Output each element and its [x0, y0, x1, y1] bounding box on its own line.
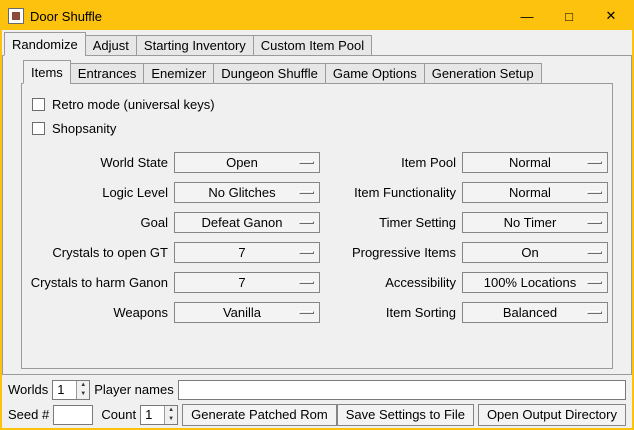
world-state-label: World State	[28, 155, 168, 170]
tab-items[interactable]: Items	[23, 60, 71, 84]
accessibility-label: Accessibility	[326, 275, 456, 290]
dropdown-indicator-icon	[587, 161, 602, 164]
open-output-directory-button[interactable]: Open Output Directory	[478, 404, 626, 426]
dropdown-indicator-icon	[299, 281, 314, 284]
main-tab-bar: Randomize Adjust Starting Inventory Cust…	[2, 32, 632, 55]
weapons-value: Vanilla	[175, 305, 319, 320]
crystals-gt-dropdown[interactable]: 7	[174, 242, 320, 263]
window-title: Door Shuffle	[30, 9, 506, 24]
player-names-input[interactable]	[178, 380, 626, 400]
item-sorting-dropdown[interactable]: Balanced	[462, 302, 608, 323]
weapons-dropdown[interactable]: Vanilla	[174, 302, 320, 323]
tab-generation-setup[interactable]: Generation Setup	[424, 63, 542, 84]
door-shuffle-window: Door Shuffle — □ ✕ Randomize Adjust Star…	[0, 0, 634, 430]
retro-mode-checkbox[interactable]	[32, 98, 45, 111]
logic-level-dropdown[interactable]: No Glitches	[174, 182, 320, 203]
dropdown-indicator-icon	[299, 161, 314, 164]
item-pool-value: Normal	[463, 155, 607, 170]
footer: Worlds 1 ▲ ▼ Player names Seed # Count 1…	[2, 375, 632, 428]
tab-dungeon-shuffle[interactable]: Dungeon Shuffle	[213, 63, 326, 84]
dropdown-indicator-icon	[587, 281, 602, 284]
accessibility-value: 100% Locations	[463, 275, 607, 290]
timer-setting-value: No Timer	[463, 215, 607, 230]
item-sorting-label: Item Sorting	[326, 305, 456, 320]
progressive-items-label: Progressive Items	[326, 245, 456, 260]
item-functionality-dropdown[interactable]: Normal	[462, 182, 608, 203]
timer-setting-dropdown[interactable]: No Timer	[462, 212, 608, 233]
tab-randomize[interactable]: Randomize	[4, 32, 86, 56]
item-pool-dropdown[interactable]: Normal	[462, 152, 608, 173]
options-grid: World State Open Item Pool Normal Logic …	[28, 152, 612, 323]
item-functionality-value: Normal	[463, 185, 607, 200]
worlds-spinbox[interactable]: 1 ▲ ▼	[52, 380, 90, 400]
goal-dropdown[interactable]: Defeat Ganon	[174, 212, 320, 233]
spin-up-icon[interactable]: ▲	[77, 381, 89, 390]
player-names-label: Player names	[94, 382, 173, 397]
app-icon	[8, 8, 24, 24]
tab-custom-item-pool[interactable]: Custom Item Pool	[253, 35, 372, 56]
goal-value: Defeat Ganon	[175, 215, 319, 230]
logic-level-label: Logic Level	[28, 185, 168, 200]
tab-game-options[interactable]: Game Options	[325, 63, 425, 84]
dropdown-indicator-icon	[299, 191, 314, 194]
goal-label: Goal	[28, 215, 168, 230]
spin-up-icon[interactable]: ▲	[165, 406, 177, 415]
dropdown-indicator-icon	[587, 221, 602, 224]
close-button[interactable]: ✕	[590, 2, 632, 30]
weapons-label: Weapons	[28, 305, 168, 320]
items-pane: Retro mode (universal keys) Shopsanity W…	[21, 83, 613, 369]
crystals-gt-value: 7	[175, 245, 319, 260]
crystals-ganon-value: 7	[175, 275, 319, 290]
count-spin-arrows: ▲ ▼	[164, 406, 177, 424]
shopsanity-row: Shopsanity	[32, 116, 612, 140]
accessibility-dropdown[interactable]: 100% Locations	[462, 272, 608, 293]
logic-level-value: No Glitches	[175, 185, 319, 200]
crystals-gt-label: Crystals to open GT	[28, 245, 168, 260]
sub-tab-bar: Items Entrances Enemizer Dungeon Shuffle…	[21, 60, 613, 83]
crystals-ganon-dropdown[interactable]: 7	[174, 272, 320, 293]
maximize-button[interactable]: □	[548, 2, 590, 30]
dropdown-indicator-icon	[587, 191, 602, 194]
seed-input[interactable]	[53, 405, 93, 425]
count-value: 1	[141, 406, 164, 424]
item-functionality-label: Item Functionality	[326, 185, 456, 200]
count-label: Count	[101, 407, 136, 422]
item-sorting-value: Balanced	[463, 305, 607, 320]
crystals-ganon-label: Crystals to harm Ganon	[28, 275, 168, 290]
generate-patched-rom-button[interactable]: Generate Patched Rom	[182, 404, 337, 426]
timer-setting-label: Timer Setting	[326, 215, 456, 230]
world-state-value: Open	[175, 155, 319, 170]
save-settings-button[interactable]: Save Settings to File	[337, 404, 474, 426]
dropdown-indicator-icon	[299, 311, 314, 314]
retro-mode-label: Retro mode (universal keys)	[52, 97, 215, 112]
shopsanity-label: Shopsanity	[52, 121, 116, 136]
minimize-button[interactable]: —	[506, 2, 548, 30]
dropdown-indicator-icon	[299, 251, 314, 254]
window-controls: — □ ✕	[506, 2, 632, 30]
retro-mode-row: Retro mode (universal keys)	[32, 92, 612, 116]
progressive-items-dropdown[interactable]: On	[462, 242, 608, 263]
worlds-label: Worlds	[8, 382, 48, 397]
tab-starting-inventory[interactable]: Starting Inventory	[136, 35, 254, 56]
seed-label: Seed #	[8, 407, 49, 422]
dropdown-indicator-icon	[587, 311, 602, 314]
dropdown-indicator-icon	[299, 221, 314, 224]
seed-row: Seed # Count 1 ▲ ▼ Generate Patched Rom …	[8, 403, 626, 426]
item-pool-label: Item Pool	[326, 155, 456, 170]
tab-entrances[interactable]: Entrances	[70, 63, 145, 84]
count-spinbox[interactable]: 1 ▲ ▼	[140, 405, 178, 425]
worlds-spin-arrows: ▲ ▼	[76, 381, 89, 399]
worlds-row: Worlds 1 ▲ ▼ Player names	[8, 378, 626, 401]
tab-enemizer[interactable]: Enemizer	[143, 63, 214, 84]
titlebar[interactable]: Door Shuffle — □ ✕	[2, 2, 632, 30]
progressive-items-value: On	[463, 245, 607, 260]
spin-down-icon[interactable]: ▼	[165, 415, 177, 424]
tab-adjust[interactable]: Adjust	[85, 35, 137, 56]
worlds-value: 1	[53, 381, 76, 399]
shopsanity-checkbox[interactable]	[32, 122, 45, 135]
world-state-dropdown[interactable]: Open	[174, 152, 320, 173]
randomize-pane: Items Entrances Enemizer Dungeon Shuffle…	[2, 55, 632, 375]
dropdown-indicator-icon	[587, 251, 602, 254]
spin-down-icon[interactable]: ▼	[77, 390, 89, 399]
